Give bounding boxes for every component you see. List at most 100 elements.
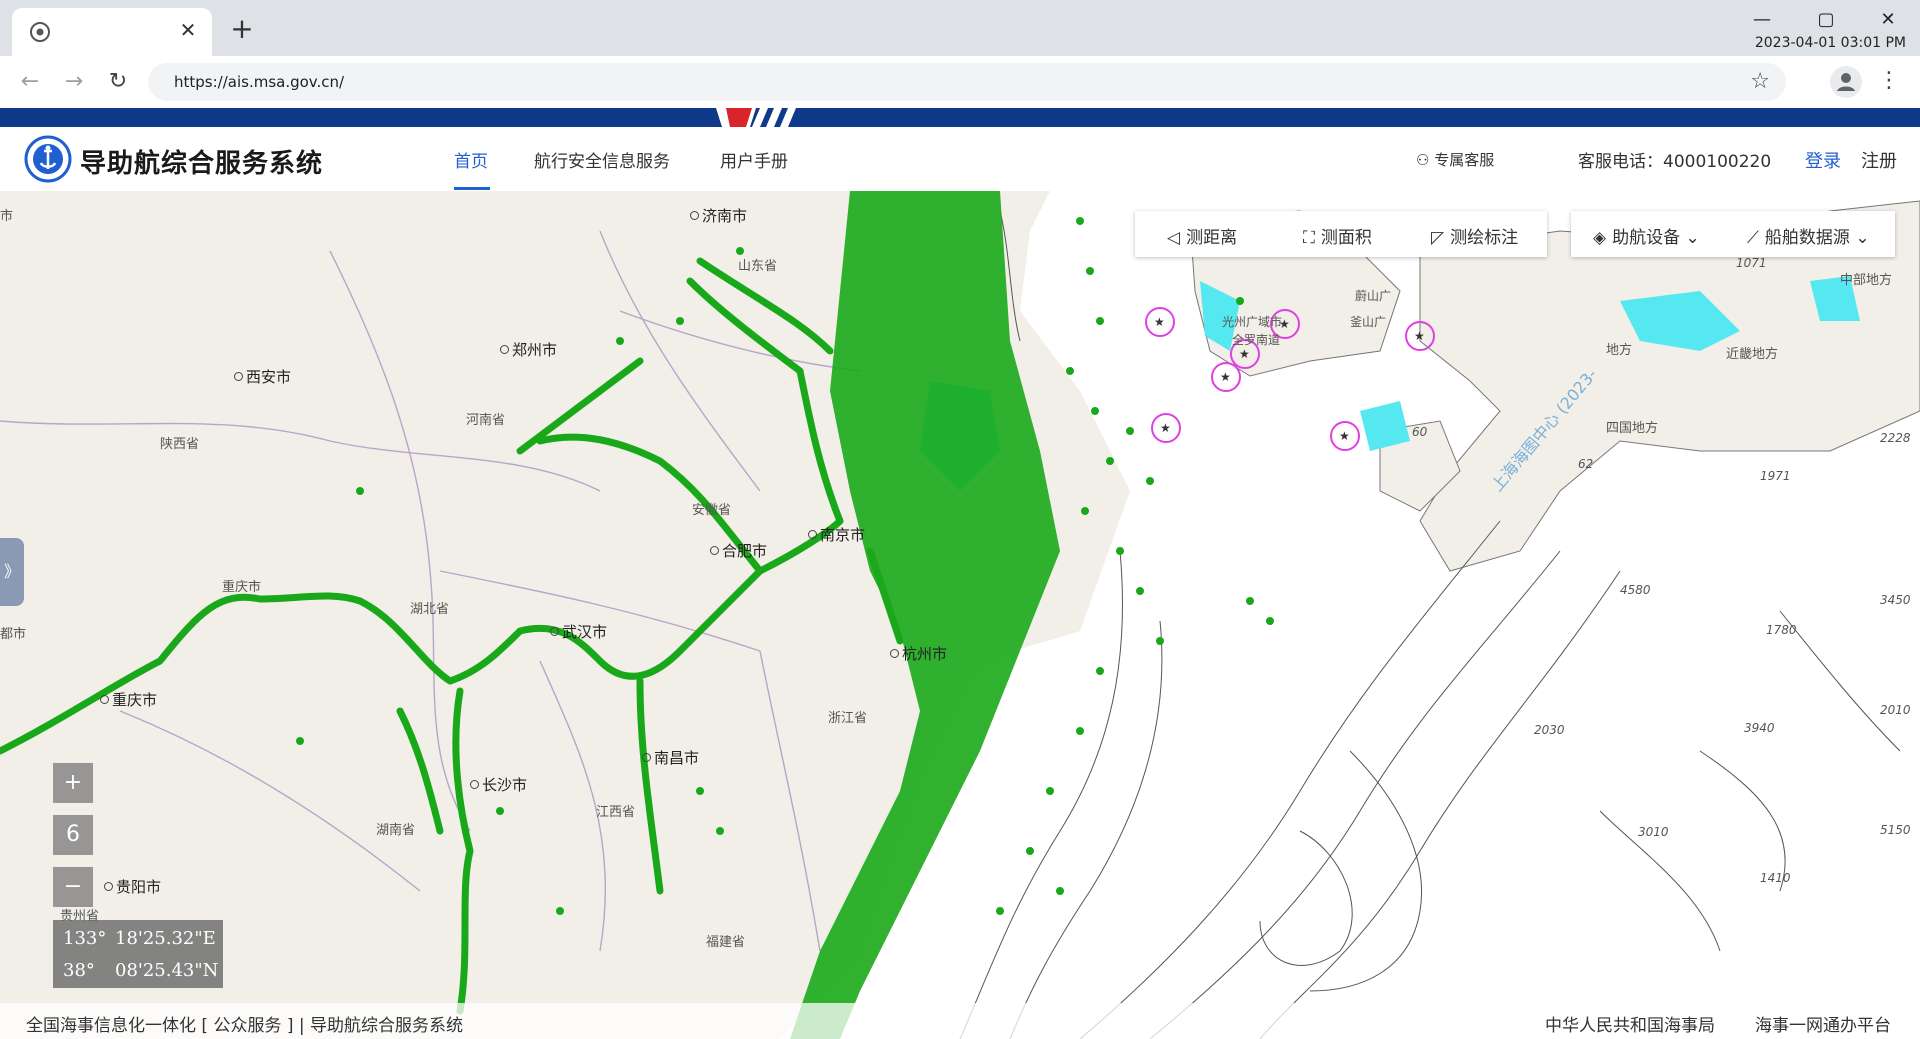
customer-service-link[interactable]: ⚇ 专属客服: [1416, 149, 1494, 170]
ais-river-tracks: [0, 257, 904, 1015]
zoom-in-button[interactable]: +: [53, 763, 93, 803]
ship-source-label: 船舶数据源: [1764, 228, 1850, 248]
label-kinki: 近畿地方: [1726, 347, 1779, 362]
customer-service-label: 专属客服: [1434, 151, 1495, 169]
site-header: 导助航综合服务系统 首页 航行安全信息服务 用户手册 ⚇ 专属客服 客服电话：4…: [0, 127, 1920, 191]
label-chubu: 中部地方: [1840, 273, 1893, 288]
footer-oneportal-link[interactable]: 海事一网通办平台: [1755, 1011, 1891, 1036]
login-link[interactable]: 登录: [1805, 147, 1841, 173]
layer-toolbar: ◈ 助航设备 ⌄ ⟋ 船舶数据源 ⌄: [1571, 211, 1895, 257]
depth-8: 2030: [1534, 723, 1565, 737]
label-wuhan: 武汉市: [550, 621, 607, 642]
page-footer: 全国海事信息化一体化 [ 公众服务 ] | 导助航综合服务系统 中华人民共和国海…: [0, 1003, 1920, 1039]
measure-area-button[interactable]: ⛶ 测面积: [1303, 223, 1372, 248]
annotate-button[interactable]: ◸ 测绘标注: [1431, 223, 1518, 248]
latitude-minutes: 08'25.43"N: [115, 960, 219, 981]
nav-home[interactable]: 首页: [454, 147, 488, 172]
bookmark-star-icon[interactable]: ☆: [1750, 69, 1770, 94]
label-anhui: 安徽省: [692, 503, 732, 518]
maximize-icon[interactable]: ▢: [1808, 6, 1844, 34]
label-gwangju: 光州广域市: [1222, 315, 1283, 329]
person-icon: ⚇: [1416, 151, 1430, 169]
latitude-degrees: 38°: [63, 960, 95, 981]
brand-stripe: [716, 108, 796, 127]
profile-avatar-icon[interactable]: [1830, 66, 1862, 98]
aids-dropdown[interactable]: ◈ 助航设备 ⌄: [1593, 223, 1700, 248]
svg-text:★: ★: [1220, 370, 1231, 384]
label-henan: 河南省: [466, 413, 506, 428]
coordinate-readout: 133° 18'25.32"E 38° 08'25.43"N: [53, 920, 223, 988]
longitude-minutes: 18'25.32"E: [115, 928, 216, 949]
label-hefei: 合肥市: [710, 540, 767, 561]
measure-area-label: 测面积: [1320, 228, 1372, 248]
label-jeolla: 全罗南道: [1232, 333, 1281, 347]
depth-12: 60: [1412, 425, 1428, 439]
annotate-label: 测绘标注: [1450, 228, 1519, 248]
system-clock: 2023-04-01 03:01 PM: [1754, 35, 1906, 51]
close-window-icon[interactable]: ✕: [1870, 6, 1906, 34]
depth-13: 62: [1578, 457, 1594, 471]
label-hunan: 湖南省: [376, 823, 416, 838]
nav-user-manual[interactable]: 用户手册: [720, 147, 788, 172]
chevron-down-icon: ⌄: [1685, 228, 1700, 248]
label-busan: 釜山广: [1350, 315, 1387, 329]
line-chart-icon: ⟋: [1747, 228, 1759, 248]
province-borders: [0, 230, 861, 952]
browser-menu-icon[interactable]: ⋮: [1878, 66, 1900, 98]
top-brand-bar: [0, 108, 1920, 127]
label-nanjing: 南京市: [808, 524, 865, 545]
label-guiyang: 贵阳市: [104, 876, 161, 897]
register-link[interactable]: 注册: [1861, 147, 1897, 173]
nav-active-indicator: [454, 187, 490, 190]
map-basemap: ★ ★★ ★★★ ★: [0, 191, 1920, 1039]
label-changsha: 长沙市: [470, 774, 527, 795]
label-shikoku: 四国地方: [1606, 421, 1659, 436]
depth-6: 2010: [1880, 703, 1911, 717]
close-tab-icon[interactable]: ✕: [176, 18, 200, 42]
depth-0: 1071: [1736, 256, 1767, 270]
svg-text:★: ★: [1339, 429, 1350, 443]
label-zhejiang: 浙江省: [828, 711, 868, 726]
aids-label: 助航设备: [1612, 228, 1681, 248]
forward-icon[interactable]: →: [60, 68, 88, 96]
url-input[interactable]: https://ais.msa.gov.cn/ ☆: [148, 63, 1786, 101]
depth-1: 2228: [1880, 431, 1911, 445]
depth-9: 5150: [1880, 823, 1911, 837]
footer-msa-link[interactable]: 中华人民共和国海事局: [1545, 1011, 1715, 1036]
ship-source-dropdown[interactable]: ⟋ 船舶数据源 ⌄: [1747, 223, 1870, 248]
back-icon[interactable]: ←: [16, 68, 44, 96]
annotate-flag-icon: ◸: [1431, 228, 1445, 248]
new-tab-button[interactable]: +: [228, 15, 256, 44]
measure-toolbar: ◁ 测距离 ⛶ 测面积 ◸ 测绘标注: [1135, 211, 1547, 257]
reload-icon[interactable]: ↻: [104, 68, 132, 96]
label-shaanxi: 陕西省: [160, 437, 200, 452]
hotline-text: 客服电话：4000100220: [1578, 152, 1772, 172]
footer-system-text: 全国海事信息化一体化 [ 公众服务 ] | 导助航综合服务系统: [26, 1016, 464, 1036]
label-du-edge: 都市: [0, 627, 27, 642]
zoom-out-button[interactable]: −: [53, 867, 93, 907]
measure-distance-button[interactable]: ◁ 测距离: [1167, 223, 1237, 248]
map-canvas[interactable]: ★ ★ ★ ★ ★ ★ ★ 济南市 山东省 郑州市 西安市 河南省 陕西省 安徽省 合肥…: [0, 191, 1920, 1039]
site-title: 导助航综合服务系统: [80, 149, 324, 179]
nav-navigation-safety[interactable]: 航行安全信息服务: [534, 147, 670, 172]
china-msa-logo: [24, 135, 72, 183]
svg-text:★: ★: [1154, 315, 1165, 329]
depth-2: 1971: [1760, 469, 1791, 483]
url-text[interactable]: https://ais.msa.gov.cn/: [174, 73, 344, 91]
label-hubei: 湖北省: [410, 602, 450, 617]
browser-tab[interactable]: ✕: [12, 8, 212, 56]
minimize-icon[interactable]: —: [1744, 6, 1780, 34]
svg-text:★: ★: [1239, 347, 1250, 361]
label-difang: 地方: [1606, 343, 1633, 358]
browser-tab-strip: ✕ + — ▢ ✕ 2023-04-01 03:01 PM: [0, 0, 1920, 56]
depth-5: 1780: [1766, 623, 1797, 637]
label-zhengzhou: 郑州市: [500, 339, 557, 360]
label-jiangxi: 江西省: [596, 805, 636, 820]
label-jinan: 济南市: [690, 205, 747, 226]
zoom-level: 6: [53, 815, 93, 855]
depth-3: 3450: [1880, 593, 1911, 607]
side-panel-toggle[interactable]: 》: [0, 538, 24, 606]
label-hangzhou: 杭州市: [890, 643, 947, 664]
depth-10: 3010: [1638, 825, 1669, 839]
chevron-down-icon: ⌄: [1855, 228, 1870, 248]
